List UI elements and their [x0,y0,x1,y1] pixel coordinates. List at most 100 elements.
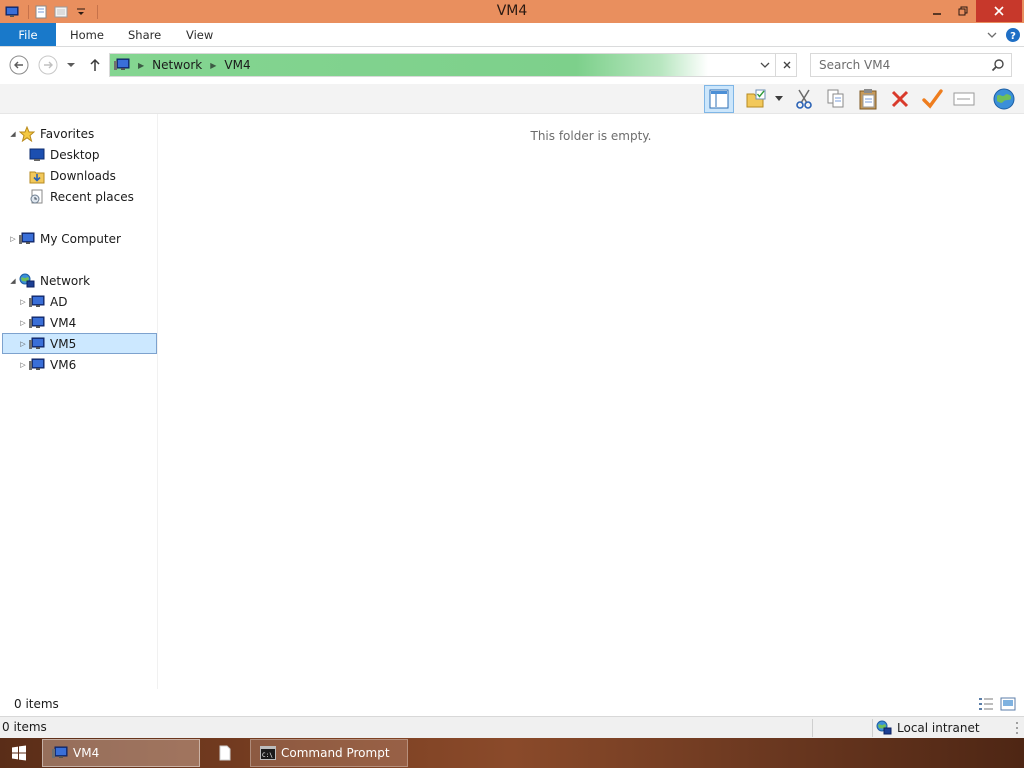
resize-grip[interactable] [1014,717,1022,738]
nav-network-label: Network [40,273,91,288]
intranet-icon [876,720,894,736]
preview-pane-button[interactable] [704,85,734,113]
checkmark-button[interactable] [918,85,946,113]
breadcrumb: ▶ Network ▶ VM4 [114,54,251,76]
tab-home[interactable]: Home [70,23,104,46]
expand-arrow-icon[interactable]: ▷ [18,298,28,306]
preview-pane-icon [709,89,729,109]
window-title: VM4 [496,3,528,19]
svg-text:C:\: C:\ [262,752,273,759]
cut-button[interactable] [790,85,818,113]
copy-button[interactable] [822,85,850,113]
nav-item-label: VM4 [50,315,77,330]
document-icon [219,745,231,761]
breadcrumb-separator-icon: ▶ [138,60,145,70]
globe-button[interactable] [990,85,1018,113]
address-dropdown-button[interactable] [756,54,774,76]
forward-button[interactable] [37,54,59,76]
svg-text:?: ? [1010,31,1016,42]
taskbar-item-vm4[interactable]: VM4 [42,739,200,767]
nav-item-vm5[interactable]: ▷ VM5 [2,333,157,354]
nav-network[interactable]: ◢ Network [8,270,90,291]
computer-icon[interactable] [4,4,20,20]
start-button[interactable] [4,738,34,768]
nav-item-ad[interactable]: ▷ AD [18,291,67,312]
collapse-arrow-icon[interactable]: ◢ [8,277,18,285]
folder-options-icon [746,89,766,108]
expand-arrow-icon[interactable]: ▷ [18,340,28,348]
back-arrow-icon [9,55,29,75]
rename-button[interactable] [950,85,978,113]
nav-item-vm6[interactable]: ▷ VM6 [18,354,76,375]
taskbar: VM4 C:\ Command Prompt [0,738,1024,768]
taskbar-item-command-prompt[interactable]: C:\ Command Prompt [250,739,408,767]
restore-icon [958,6,968,16]
nav-item-vm4[interactable]: ▷ VM4 [18,312,76,333]
paste-icon [859,89,877,110]
expand-arrow-icon[interactable]: ▷ [8,235,18,243]
chevron-down-icon [67,63,75,67]
folder-options-button[interactable] [742,85,770,113]
close-icon [994,6,1004,16]
explorer-status-bar: 0 items [0,693,1024,715]
nav-my-computer[interactable]: ▷ My Computer [8,228,121,249]
tab-share[interactable]: Share [128,23,161,46]
expand-ribbon-button[interactable] [984,26,1000,44]
minimize-icon [933,13,941,15]
forward-arrow-icon [38,55,58,75]
computer-icon [18,231,36,247]
search-placeholder: Search VM4 [819,58,891,72]
details-view-button[interactable] [978,696,994,712]
downloads-icon [28,168,46,184]
cut-icon [796,89,812,109]
address-bar[interactable]: ▶ Network ▶ VM4 [109,53,797,77]
new-folder-icon[interactable] [53,4,69,20]
nav-item-desktop[interactable]: Desktop [28,144,100,165]
breadcrumb-vm4[interactable]: VM4 [224,58,250,72]
expand-ribbon-icon [987,32,997,38]
expand-arrow-icon[interactable]: ▷ [18,319,28,327]
quick-access-toolbar [0,0,98,23]
expand-arrow-icon[interactable]: ▷ [18,361,28,369]
large-icons-view-button[interactable] [1000,696,1016,712]
desktop-icon [28,147,46,163]
minimize-button[interactable] [924,0,950,22]
search-input[interactable]: Search VM4 [810,53,1012,77]
delete-icon [891,90,909,108]
recent-places-icon [28,189,46,205]
resize-grip-icon [1016,721,1018,734]
collapse-arrow-icon[interactable]: ◢ [8,130,18,138]
security-zone[interactable]: Local intranet [876,717,980,738]
taskbar-item-document[interactable] [204,739,246,767]
restore-button[interactable] [950,0,976,22]
item-count: 0 items [14,697,59,711]
help-button[interactable]: ? [1004,26,1022,44]
qat-divider [97,4,98,19]
nav-item-label: Desktop [50,147,100,162]
paste-button[interactable] [854,85,882,113]
security-zone-label: Local intranet [897,720,980,735]
nav-favorites[interactable]: ◢ Favorites [8,123,94,144]
delete-button[interactable] [886,85,914,113]
close-button[interactable] [976,0,1022,22]
breadcrumb-network[interactable]: Network [152,58,202,72]
details-view-icon [979,698,993,710]
folder-options-dropdown[interactable] [770,85,788,113]
nav-item-downloads[interactable]: Downloads [28,165,116,186]
status-item-count: 0 items [2,720,47,734]
search-icon[interactable] [991,58,1005,72]
computer-icon [28,315,46,331]
up-button[interactable] [84,54,106,76]
window-status-bar: 0 items Local intranet [0,716,1024,738]
tab-file[interactable]: File [0,23,56,46]
tab-view[interactable]: View [186,23,213,46]
title-bar: VM4 [0,0,1024,23]
breadcrumb-separator-icon: ▶ [210,60,217,70]
properties-icon[interactable] [33,4,49,20]
customize-dropdown-icon[interactable] [73,4,89,20]
back-button[interactable] [8,54,30,76]
nav-item-recent-places[interactable]: Recent places [28,186,134,207]
computer-icon [51,745,69,761]
recent-locations-button[interactable] [61,54,81,76]
stop-button[interactable] [775,54,796,76]
